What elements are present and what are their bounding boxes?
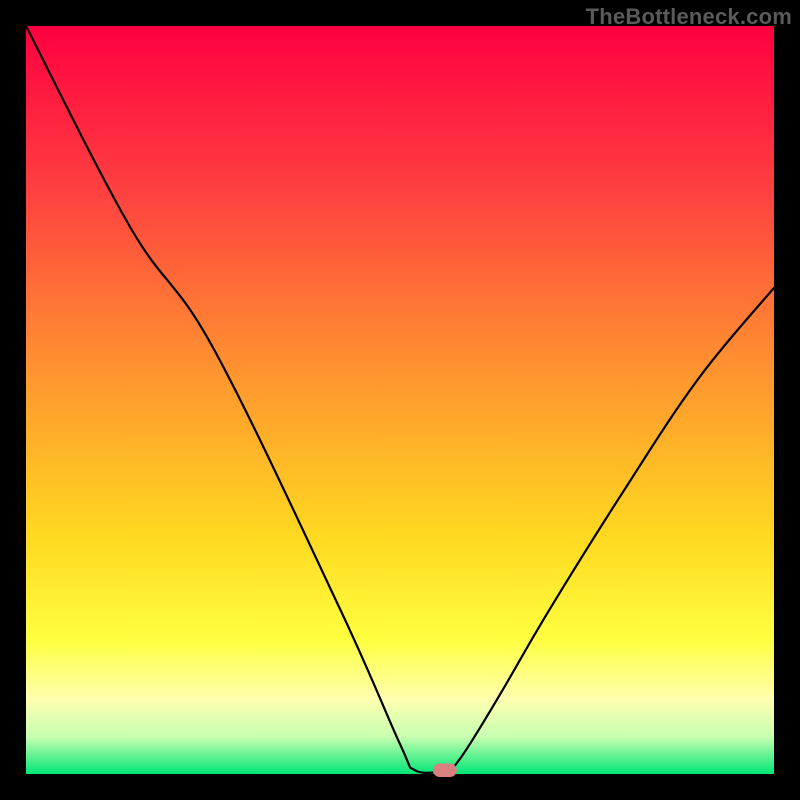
chart-stage: TheBottleneck.com [0, 0, 800, 800]
watermark-label: TheBottleneck.com [586, 4, 792, 30]
bottleneck-chart [0, 0, 800, 800]
optimum-marker [433, 764, 457, 778]
plot-area [26, 26, 774, 774]
